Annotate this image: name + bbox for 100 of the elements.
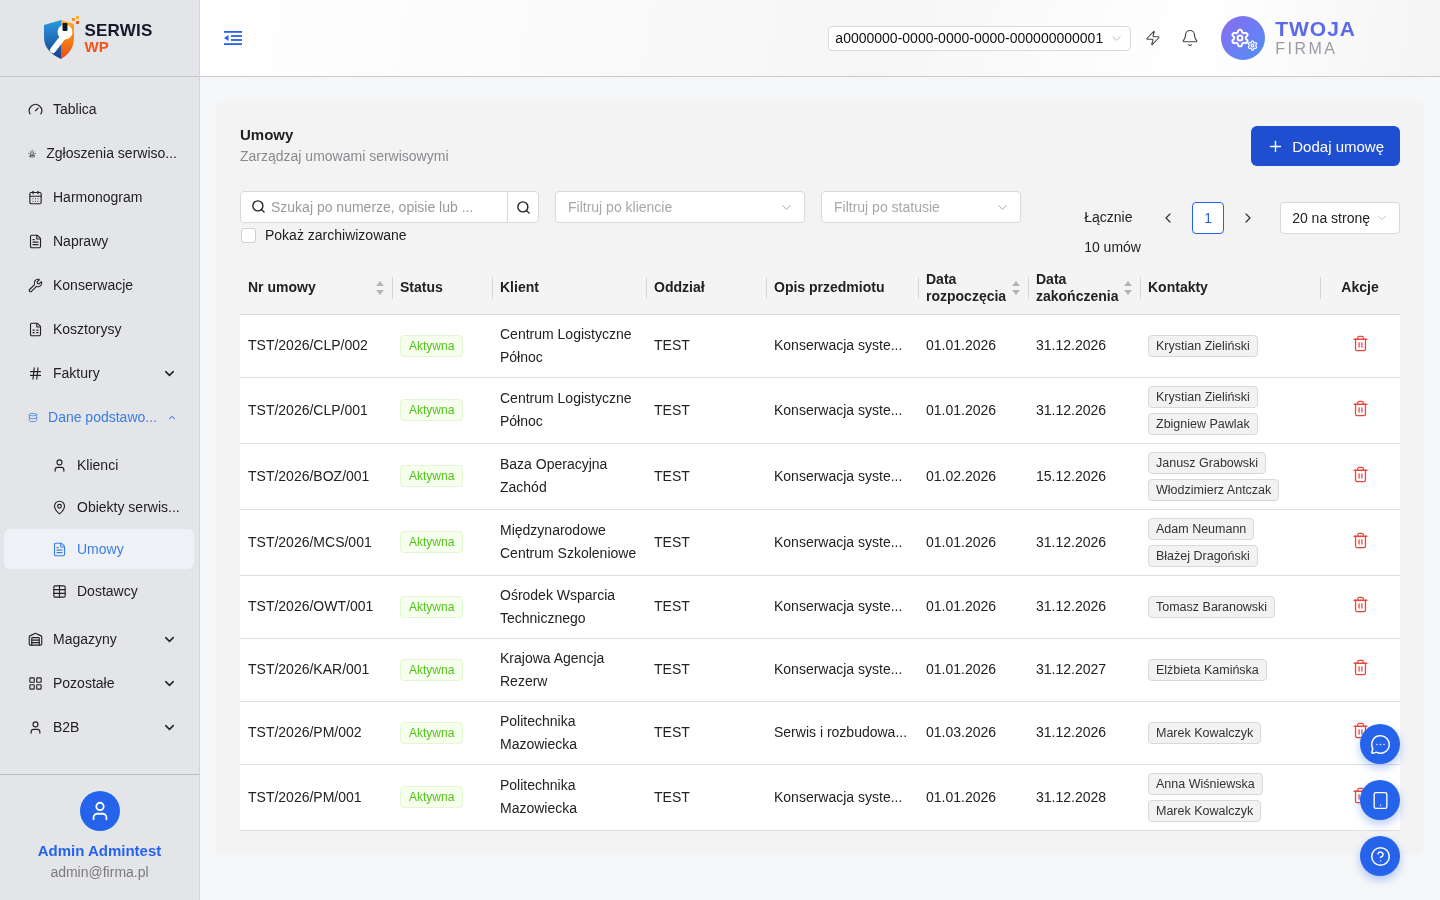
lightning-icon[interactable] — [1145, 30, 1162, 46]
status-badge: Aktywna — [400, 399, 464, 421]
table-cell: TST/2026/OWT/001 — [240, 575, 392, 638]
avatar-icon[interactable] — [79, 791, 120, 831]
delete-icon[interactable] — [1351, 722, 1369, 739]
calendar-icon — [28, 189, 43, 205]
status-badge: Aktywna — [400, 658, 464, 681]
delete-icon[interactable] — [1351, 335, 1369, 352]
column-header[interactable]: Data zakończenia — [1028, 262, 1140, 314]
menu-fold-icon[interactable] — [224, 31, 242, 45]
page-button[interactable]: 1 — [1192, 202, 1225, 234]
table-cell: TEST — [646, 701, 766, 764]
tenant-select[interactable]: a0000000-0000-0000-0000-000000000001 — [828, 25, 1132, 51]
contact-tag: Zbigniew Pawlak — [1148, 412, 1258, 435]
table-cell: Konserwacja syste... — [766, 575, 918, 638]
table-cell: 01.02.2026 — [918, 443, 1028, 509]
sidebar-subitem[interactable]: Obiekty serwis... — [4, 487, 194, 527]
search-icon — [251, 199, 266, 214]
document-icon — [28, 233, 43, 249]
table-cell: Konserwacja syste... — [766, 509, 918, 575]
table-cell: 01.01.2026 — [918, 509, 1028, 575]
table-cell: Konserwacja syste... — [766, 764, 918, 830]
sidebar-item[interactable]: Pozostałe — [0, 661, 199, 705]
status-badge: Aktywna — [400, 334, 464, 357]
sidebar-subitem[interactable]: Dostawcy — [4, 571, 194, 611]
delete-icon[interactable] — [1351, 596, 1369, 613]
contact-tag: Marek Kowalczyk — [1148, 799, 1262, 822]
search-field[interactable]: Szukaj po numerze, opisie lub ... — [240, 191, 508, 223]
table-cell: TEST — [646, 575, 766, 638]
sidebar-item[interactable]: Magazyny — [0, 617, 199, 661]
sidebar-item[interactable]: Zgłoszenia serwiso... — [0, 131, 199, 175]
checkbox-label[interactable]: Pokaż zarchiwizowane — [265, 227, 407, 243]
table-cell: TST/2026/PM/001 — [240, 764, 392, 830]
table-cell: TEST — [646, 638, 766, 701]
add-contract-button[interactable]: Dodaj umowę — [1251, 126, 1400, 166]
search-button[interactable] — [507, 191, 539, 223]
sidebar-item[interactable]: Konserwacje — [0, 263, 199, 307]
table-cell: 31.12.2026 — [1028, 701, 1140, 764]
table-cell: TST/2026/KAR/001 — [240, 638, 392, 701]
archived-checkbox[interactable] — [241, 227, 256, 243]
table-cell: TEST — [646, 377, 766, 443]
spreadsheet-icon — [28, 321, 43, 337]
table-cell: Ośrodek Wsparcia Technicznego — [492, 575, 646, 638]
table-cell: Konserwacja syste... — [766, 443, 918, 509]
delete-icon[interactable] — [1351, 659, 1369, 676]
sidebar-item[interactable]: Kosztorysy — [0, 307, 199, 351]
contact-tag: Krystian Zieliński — [1148, 385, 1258, 408]
status-badge: Aktywna — [400, 595, 464, 618]
table-cell: 31.12.2026 — [1028, 575, 1140, 638]
column-header: Klient — [492, 262, 646, 314]
bell-icon[interactable] — [1181, 29, 1200, 47]
table-icon — [52, 583, 67, 599]
contact-tag: Tomasz Baranowski — [1148, 595, 1276, 618]
delete-icon[interactable] — [1351, 465, 1369, 483]
user-icon — [28, 719, 43, 735]
table-cell: Centrum Logistyczne Północ — [492, 314, 646, 377]
table-cell: TST/2026/CLP/001 — [240, 377, 392, 443]
column-header: Status — [392, 262, 492, 314]
status-badge: Aktywna — [400, 531, 464, 553]
table-cell: 01.01.2026 — [918, 638, 1028, 701]
table-cell: TEST — [646, 314, 766, 377]
table-cell: 01.03.2026 — [918, 701, 1028, 764]
status-badge: Aktywna — [400, 721, 464, 744]
table-cell: Międzynarodowe Centrum Szkoleniowe — [492, 509, 646, 575]
contact-tag: Włodzimierz Antczak — [1148, 478, 1280, 501]
user-email: admin@firma.pl — [50, 864, 149, 880]
delete-icon[interactable] — [1351, 531, 1369, 549]
column-header[interactable]: Data rozpoczęcia — [918, 262, 1028, 314]
sidebar-subitem[interactable]: Klienci — [4, 445, 194, 485]
table-cell: 01.01.2026 — [918, 764, 1028, 830]
contact-tag: Krystian Zieliński — [1148, 334, 1258, 357]
contact-tag: Anna Wiśniewska — [1148, 772, 1263, 795]
logo-title: SERWIS — [84, 22, 153, 39]
page-size-select[interactable]: 20 na stronę — [1280, 202, 1400, 234]
delete-icon[interactable] — [1351, 399, 1369, 417]
table-cell: Politechnika Mazowiecka — [492, 764, 646, 830]
status-badge: Aktywna — [400, 465, 464, 487]
sidebar-item[interactable]: Faktury — [0, 351, 199, 395]
sidebar-item[interactable]: Harmonogram — [0, 175, 199, 219]
table-cell: TST/2026/BOZ/001 — [240, 443, 392, 509]
table-cell: 31.12.2026 — [1028, 377, 1140, 443]
sidebar-subitem[interactable]: Umowy — [4, 529, 194, 569]
contact-tag: Marek Kowalczyk — [1148, 721, 1262, 744]
sidebar-item[interactable]: Naprawy — [0, 219, 199, 263]
table-cell: TEST — [646, 443, 766, 509]
hash-icon — [28, 365, 43, 381]
gears-icon — [1221, 16, 1266, 60]
column-header[interactable]: Nr umowy — [240, 262, 392, 314]
status-badge: Aktywna — [400, 786, 464, 808]
sidebar-item[interactable]: Tablica — [0, 87, 199, 131]
column-header: Akcje — [1320, 262, 1400, 314]
tablet-icon — [1370, 790, 1390, 810]
table-cell: 15.12.2026 — [1028, 443, 1140, 509]
table-cell: 01.01.2026 — [918, 314, 1028, 377]
table-cell: 01.01.2026 — [918, 377, 1028, 443]
table-cell: Centrum Logistyczne Północ — [492, 377, 646, 443]
table-cell: TST/2026/CLP/002 — [240, 314, 392, 377]
search-icon — [515, 199, 531, 215]
sidebar-item[interactable]: B2B — [0, 705, 199, 749]
table-cell: Serwis i rozbudowa... — [766, 701, 918, 764]
